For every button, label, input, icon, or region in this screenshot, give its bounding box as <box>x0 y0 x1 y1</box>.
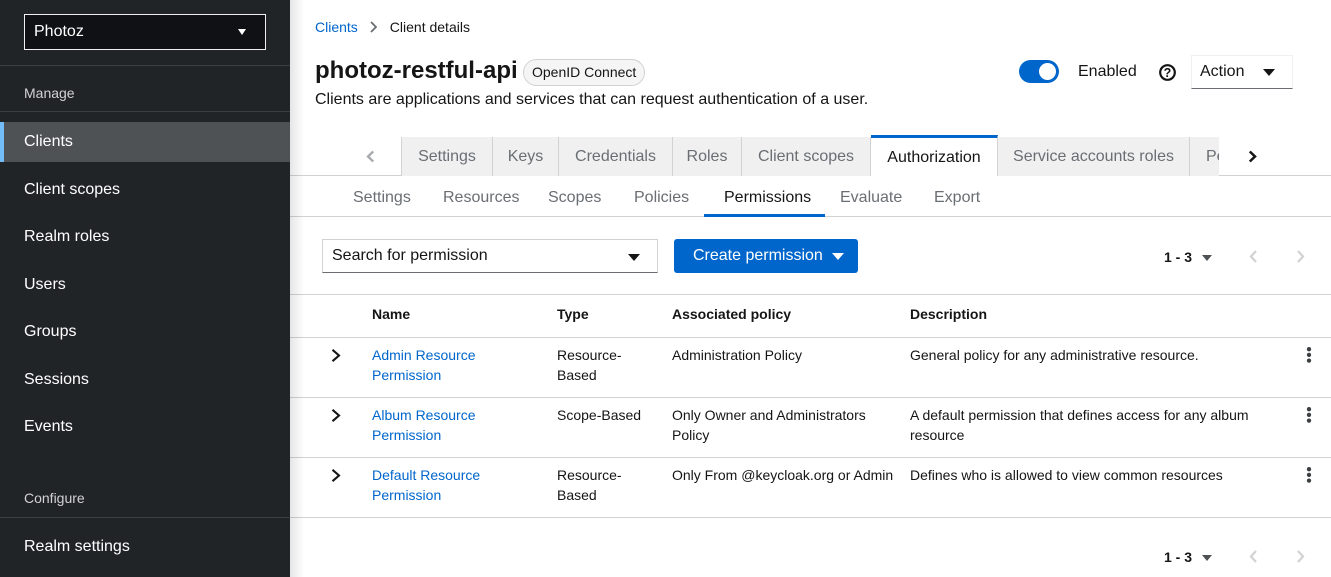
svg-text:?: ? <box>1164 66 1172 80</box>
